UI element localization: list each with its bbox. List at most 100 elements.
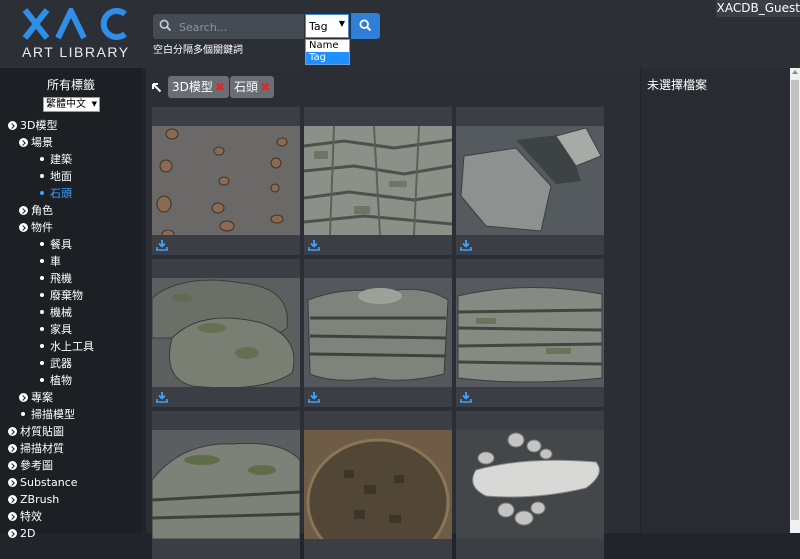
- sidebar-item-label: 掃描模型: [31, 408, 75, 421]
- sidebar-item-label: 掃描材質: [20, 442, 64, 455]
- asset-thumbnail: [304, 430, 452, 539]
- sidebar-item[interactable]: 植物: [38, 372, 72, 389]
- download-icon[interactable]: [460, 239, 472, 251]
- arrow-up-left-icon[interactable]: [151, 82, 162, 93]
- search-type-value: Tag: [309, 20, 328, 33]
- filter-tag-label: 石頭: [234, 80, 259, 94]
- user-name[interactable]: XACDB_Guest: [716, 0, 800, 17]
- sidebar-item[interactable]: 專案: [19, 389, 53, 406]
- sidebar-item[interactable]: 角色: [19, 202, 53, 219]
- sidebar-item[interactable]: 廢棄物: [38, 287, 83, 304]
- bullet-icon: [40, 378, 44, 382]
- tag-sidebar: 所有標籤 繁體中文 ▼ 3D模型 場景 建築 地面 石頭 角色 物件 餐具車飛機 廢棄物 機械 家具…: [0, 68, 142, 540]
- asset-card[interactable]: [456, 411, 604, 559]
- sidebar-item[interactable]: 材質貼圖: [8, 423, 64, 440]
- asset-card[interactable]: [304, 259, 452, 407]
- sidebar-item[interactable]: 車: [38, 253, 61, 270]
- sidebar-item-label: 地面: [50, 170, 72, 183]
- sidebar-item[interactable]: 武器: [38, 355, 72, 372]
- sidebar-item-label: 物件: [31, 221, 53, 234]
- sidebar-item[interactable]: 家具: [38, 321, 72, 338]
- asset-thumbnail: [304, 126, 452, 235]
- bullet-icon: [40, 174, 44, 178]
- chevron-right-icon: [8, 478, 17, 487]
- asset-card[interactable]: [304, 107, 452, 255]
- sidebar-item[interactable]: 地面: [38, 168, 72, 185]
- sidebar-item[interactable]: 參考圖: [8, 457, 53, 474]
- filter-tag-label: 3D模型: [172, 80, 213, 94]
- search-input[interactable]: [177, 17, 301, 37]
- asset-thumbnail: [456, 430, 604, 539]
- sidebar-item[interactable]: 掃描材質: [8, 440, 64, 457]
- dropdown-option-name[interactable]: Name: [306, 40, 349, 52]
- asset-card[interactable]: [152, 259, 300, 407]
- download-icon[interactable]: [308, 391, 320, 403]
- sidebar-item-label: 石頭: [50, 187, 72, 200]
- scrollbar-thumb[interactable]: [791, 80, 799, 520]
- sidebar-item-label: 場景: [31, 136, 53, 149]
- dropdown-option-tag[interactable]: Tag: [306, 52, 349, 64]
- asset-thumbnail: [152, 126, 300, 235]
- asset-card[interactable]: [152, 411, 300, 559]
- sidebar-item[interactable]: 2D: [8, 525, 35, 542]
- sidebar-item[interactable]: 建築: [38, 151, 72, 168]
- scrollbar[interactable]: [790, 68, 800, 533]
- sidebar-item-label: 特效: [20, 510, 42, 523]
- asset-thumbnail: [152, 430, 300, 539]
- sidebar-item-label: 機械: [50, 306, 72, 319]
- sidebar-item[interactable]: 石頭: [38, 185, 72, 202]
- asset-card[interactable]: [456, 107, 604, 255]
- sidebar-item[interactable]: 物件: [19, 219, 53, 236]
- filter-tag[interactable]: 石頭 ✖: [230, 76, 275, 98]
- remove-tag-icon[interactable]: ✖: [260, 80, 270, 94]
- bullet-icon: [40, 361, 44, 365]
- asset-card[interactable]: [304, 411, 452, 559]
- sidebar-item-label: 水上工具: [50, 340, 94, 353]
- logo-text: ART LIBRARY: [22, 44, 130, 60]
- asset-panel: 3D模型 ✖ 石頭 ✖: [146, 68, 640, 559]
- sidebar-item-label: 飛機: [50, 272, 72, 285]
- chevron-right-icon: [19, 206, 28, 215]
- download-icon[interactable]: [460, 391, 472, 403]
- chevron-right-icon: [19, 223, 28, 232]
- sidebar-item-label: 2D: [20, 527, 36, 540]
- sidebar-item-label: 家具: [50, 323, 72, 336]
- asset-thumbnail: [456, 126, 604, 235]
- sidebar-item[interactable]: 機械: [38, 304, 72, 321]
- sidebar-item[interactable]: 場景: [19, 134, 53, 151]
- download-icon[interactable]: [308, 239, 320, 251]
- bullet-icon: [40, 191, 44, 195]
- sidebar-item[interactable]: Substance: [8, 474, 78, 491]
- chevron-right-icon: [8, 121, 17, 130]
- asset-thumbnail: [152, 278, 300, 387]
- bullet-icon: [40, 293, 44, 297]
- chevron-right-icon: [8, 461, 17, 470]
- scroll-up-icon[interactable]: [792, 70, 798, 74]
- sidebar-item[interactable]: 水上工具: [38, 338, 94, 355]
- remove-tag-icon[interactable]: ✖: [215, 80, 225, 94]
- search-button[interactable]: [351, 13, 380, 39]
- language-select[interactable]: 繁體中文 ▼: [43, 97, 100, 112]
- bullet-icon: [40, 310, 44, 314]
- sidebar-item-label: 3D模型: [20, 119, 58, 132]
- search-icon: [359, 19, 372, 32]
- download-icon[interactable]: [156, 391, 168, 403]
- sidebar-item[interactable]: 餐具: [38, 236, 72, 253]
- asset-card[interactable]: [152, 107, 300, 255]
- caret-down-icon: ▼: [91, 100, 97, 108]
- sidebar-item[interactable]: 3D模型: [8, 117, 57, 134]
- bullet-icon: [40, 157, 44, 161]
- sidebar-item[interactable]: 掃描模型: [19, 406, 75, 423]
- xac-logo[interactable]: ART LIBRARY: [22, 8, 130, 60]
- chevron-right-icon: [8, 427, 17, 436]
- sidebar-item[interactable]: 特效: [8, 508, 42, 525]
- sidebar-item[interactable]: ZBrush: [8, 491, 59, 508]
- filter-tag[interactable]: 3D模型 ✖: [168, 76, 229, 98]
- download-icon[interactable]: [156, 239, 168, 251]
- search-type-select[interactable]: Tag ▼: [305, 14, 349, 38]
- filter-tag-bar: 3D模型 ✖ 石頭 ✖: [146, 74, 640, 100]
- sidebar-item[interactable]: 飛機: [38, 270, 72, 287]
- asset-card[interactable]: [456, 259, 604, 407]
- search-icon: [159, 19, 172, 32]
- asset-thumbnail: [304, 278, 452, 387]
